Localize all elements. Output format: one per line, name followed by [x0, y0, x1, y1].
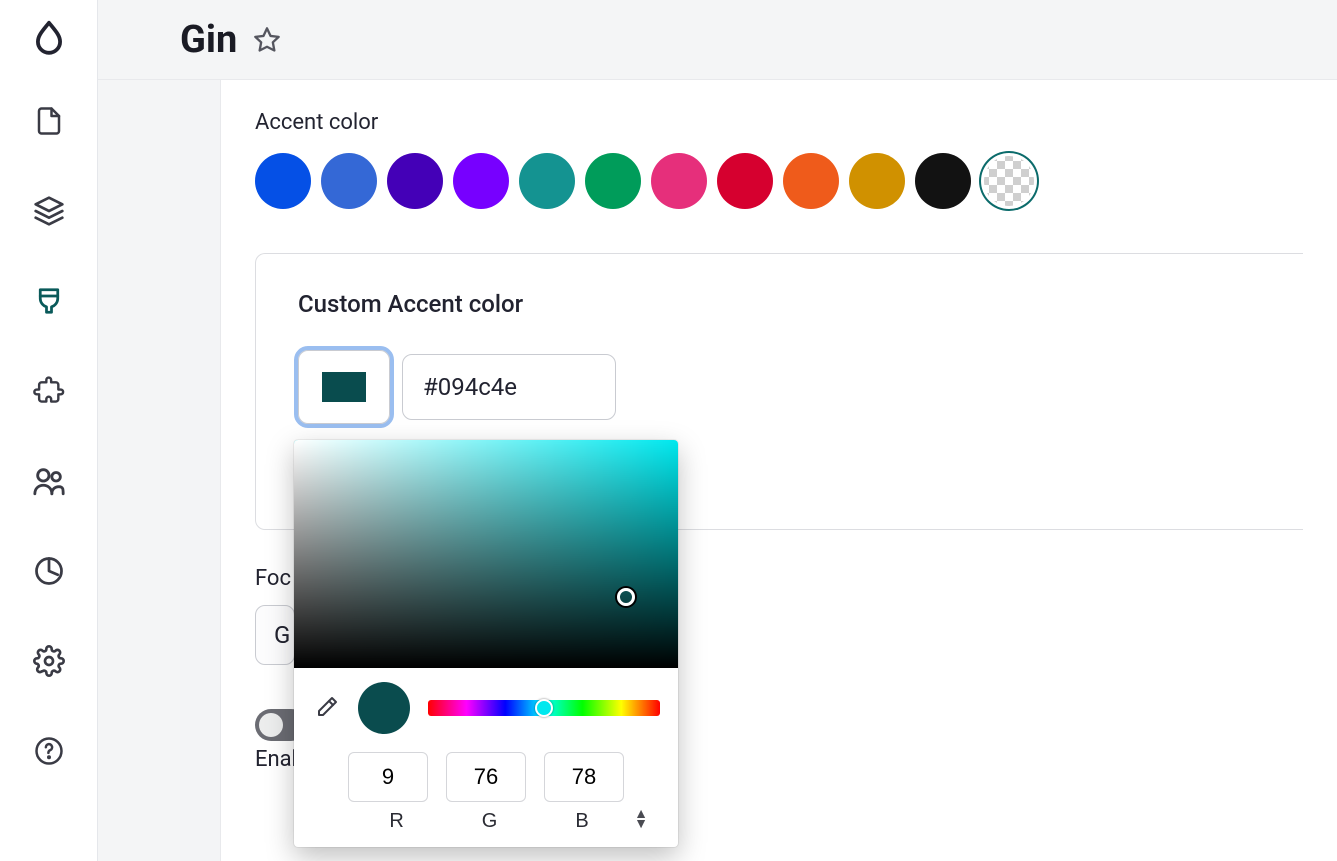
focus-select[interactable]: G [255, 605, 295, 665]
color-well-button[interactable] [298, 350, 390, 424]
page-title: Gin [180, 18, 237, 62]
custom-accent-title: Custom Accent color [298, 290, 1261, 318]
accent-swatch-orange[interactable] [783, 153, 839, 209]
sidebar-item-people[interactable] [24, 456, 74, 506]
sidebar-item-reports[interactable] [24, 546, 74, 596]
hex-input[interactable] [402, 354, 616, 420]
sidebar-item-appearance[interactable] [24, 276, 74, 326]
accent-swatch-indigo[interactable] [387, 153, 443, 209]
accent-swatch-green[interactable] [585, 153, 641, 209]
saturation-value-area[interactable] [294, 440, 678, 668]
color-picker-popover: R G B ▲▼ [294, 440, 678, 847]
hue-handle[interactable] [535, 699, 553, 717]
channel-b-label: B [575, 810, 588, 833]
accent-swatch-teal[interactable] [519, 153, 575, 209]
sidebar-item-extend[interactable] [24, 366, 74, 416]
header: Gin [98, 0, 1337, 80]
sidebar [0, 0, 98, 861]
eyedropper-button[interactable] [312, 694, 340, 722]
sidebar-item-structure[interactable] [24, 186, 74, 236]
color-mode-switch[interactable]: ▲▼ [634, 808, 648, 828]
accent-swatch-lightblue[interactable] [321, 153, 377, 209]
logo-icon[interactable] [30, 18, 68, 56]
sv-handle[interactable] [617, 588, 635, 606]
sidebar-item-content[interactable] [24, 96, 74, 146]
sidebar-item-config[interactable] [24, 636, 74, 686]
accent-swatch-pink[interactable] [651, 153, 707, 209]
accent-swatch-blue[interactable] [255, 153, 311, 209]
channel-r-label: R [389, 810, 403, 833]
color-chip [322, 372, 366, 402]
rgb-b-input[interactable] [544, 752, 624, 802]
accent-swatches [255, 153, 1303, 209]
sidebar-item-help[interactable] [24, 726, 74, 776]
rgb-g-input[interactable] [446, 752, 526, 802]
rgb-r-input[interactable] [348, 752, 428, 802]
accent-swatch-violet[interactable] [453, 153, 509, 209]
accent-swatch-custom[interactable] [981, 153, 1037, 209]
hue-slider[interactable] [428, 700, 660, 716]
accent-color-label: Accent color [255, 110, 1303, 135]
accent-swatch-gold[interactable] [849, 153, 905, 209]
favorite-button[interactable] [249, 22, 285, 58]
accent-swatch-black[interactable] [915, 153, 971, 209]
accent-swatch-red[interactable] [717, 153, 773, 209]
channel-g-label: G [482, 810, 498, 833]
current-color-preview [358, 682, 410, 734]
focus-select-value: G [274, 621, 290, 649]
